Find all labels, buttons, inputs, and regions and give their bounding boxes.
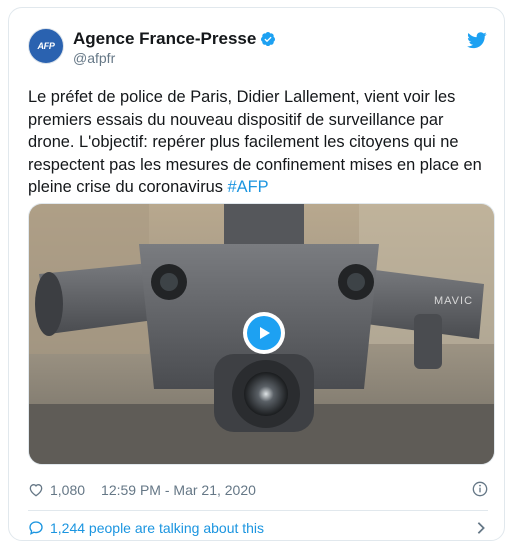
twitter-bird-icon[interactable] (466, 30, 488, 50)
info-icon[interactable] (472, 481, 488, 497)
hashtag-link[interactable]: #AFP (228, 178, 269, 196)
tweet-meta: 1,080 12:59 PM - Mar 21, 2020 (28, 480, 256, 500)
conversation-link[interactable]: 1,244 people are talking about this (28, 518, 488, 538)
tweet-card[interactable]: AFP Agence France-Presse @afpfr Le préfe… (8, 7, 505, 541)
avatar[interactable]: AFP (28, 28, 64, 64)
tweet-text: Le préfet de police de Paris, Didier Lal… (28, 86, 494, 199)
like-count[interactable]: 1,080 (50, 482, 85, 498)
display-name[interactable]: Agence France-Presse (73, 29, 256, 49)
video-thumbnail[interactable]: MAVIC (28, 203, 495, 465)
play-button[interactable] (243, 312, 285, 354)
avatar-logo-text: AFP (37, 41, 55, 51)
timestamp[interactable]: 12:59 PM - Mar 21, 2020 (101, 482, 256, 498)
tweet-header: AFP Agence France-Presse @afpfr (28, 28, 488, 72)
comment-bubble-icon (29, 521, 43, 535)
account-handle[interactable]: @afpfr (73, 50, 115, 66)
play-icon-circle (247, 316, 281, 350)
play-icon (260, 327, 270, 339)
conversation-text: 1,244 people are talking about this (50, 520, 265, 536)
drone-brand-label: MAVIC (434, 295, 473, 307)
name-row[interactable]: Agence France-Presse (73, 29, 276, 49)
verified-badge-icon (261, 32, 276, 47)
chevron-right-icon (477, 522, 485, 534)
heart-icon[interactable] (28, 482, 44, 498)
divider (28, 510, 488, 511)
